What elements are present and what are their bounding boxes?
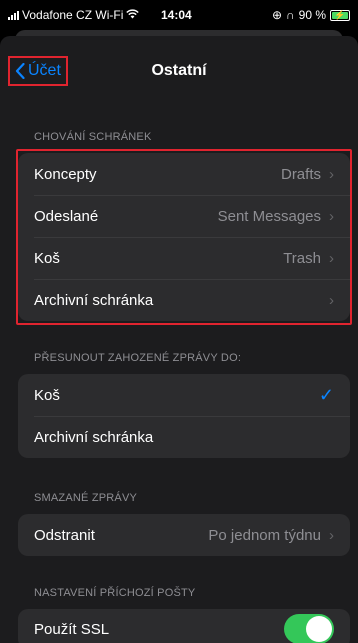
- page-title: Ostatní: [151, 62, 207, 79]
- chevron-right-icon: ›: [329, 207, 334, 225]
- deleted-messages-group: Odstranit Po jednom týdnu ›: [18, 514, 350, 556]
- row-label: Koš: [34, 249, 60, 267]
- chevron-right-icon: ›: [329, 291, 334, 309]
- status-left: Vodafone CZ Wi-Fi: [8, 8, 140, 22]
- charging-bolt-icon: ⚡: [334, 9, 346, 20]
- lock-rotation-icon: ⊕: [271, 8, 283, 22]
- row-value: Trash: [283, 249, 321, 267]
- row-sent[interactable]: Odeslané Sent Messages ›: [18, 195, 350, 237]
- navigation-bar: Účet Ostatní: [0, 44, 358, 100]
- row-value: Sent Messages: [217, 207, 321, 225]
- row-label: Odeslané: [34, 207, 99, 225]
- row-label: Použít SSL: [34, 620, 110, 638]
- checkmark-icon: ✓: [318, 384, 334, 405]
- chevron-right-icon: ›: [329, 526, 334, 544]
- battery-percent: 90 %: [298, 8, 326, 22]
- section-header-deleted-messages: SMAZANÉ ZPRÁVY: [34, 492, 138, 504]
- incoming-settings-group: Použít SSL: [18, 609, 350, 643]
- chevron-right-icon: ›: [329, 249, 334, 267]
- row-label: Odstranit: [34, 526, 95, 544]
- row-archive[interactable]: Archivní schránka ›: [18, 279, 350, 321]
- row-value: Po jednom týdnu: [208, 526, 321, 544]
- row-remove[interactable]: Odstranit Po jednom týdnu ›: [18, 514, 350, 556]
- row-value: Drafts: [280, 165, 321, 183]
- row-label: Archivní schránka: [34, 291, 154, 309]
- mailbox-behavior-group: Koncepty Drafts › Odeslané Sent Messages…: [18, 153, 350, 321]
- battery-icon: ⚡: [330, 9, 350, 21]
- wifi-icon: [126, 8, 140, 22]
- row-label: Koš: [34, 386, 60, 404]
- status-right: ⊕ ∩ 90 % ⚡: [272, 8, 350, 22]
- row-trash[interactable]: Koš Trash ›: [18, 237, 350, 279]
- section-header-incoming-settings: NASTAVENÍ PŘÍCHOZÍ POŠTY: [34, 587, 196, 599]
- section-header-move-discarded: PŘESUNOUT ZAHOZENÉ ZPRÁVY DO:: [34, 352, 242, 364]
- status-time: 14:04: [161, 8, 192, 22]
- ssl-toggle[interactable]: [284, 614, 334, 643]
- option-archive[interactable]: Archivní schránka: [18, 416, 350, 458]
- status-bar: Vodafone CZ Wi-Fi 14:04 ⊕ ∩ 90 % ⚡: [0, 0, 358, 30]
- row-label: Koncepty: [34, 165, 97, 183]
- row-use-ssl: Použít SSL: [18, 609, 350, 643]
- toggle-knob: [306, 616, 332, 642]
- section-header-mailbox-behavior: CHOVÁNÍ SCHRÁNEK: [34, 131, 152, 143]
- headphones-icon: ∩: [286, 8, 295, 22]
- row-drafts[interactable]: Koncepty Drafts ›: [18, 153, 350, 195]
- option-trash[interactable]: Koš ✓: [18, 374, 350, 416]
- row-label: Archivní schránka: [34, 428, 154, 446]
- carrier-label: Vodafone CZ Wi-Fi: [22, 8, 124, 22]
- chevron-right-icon: ›: [329, 165, 334, 183]
- signal-icon: [8, 10, 19, 20]
- move-discarded-group: Koš ✓ Archivní schránka: [18, 374, 350, 458]
